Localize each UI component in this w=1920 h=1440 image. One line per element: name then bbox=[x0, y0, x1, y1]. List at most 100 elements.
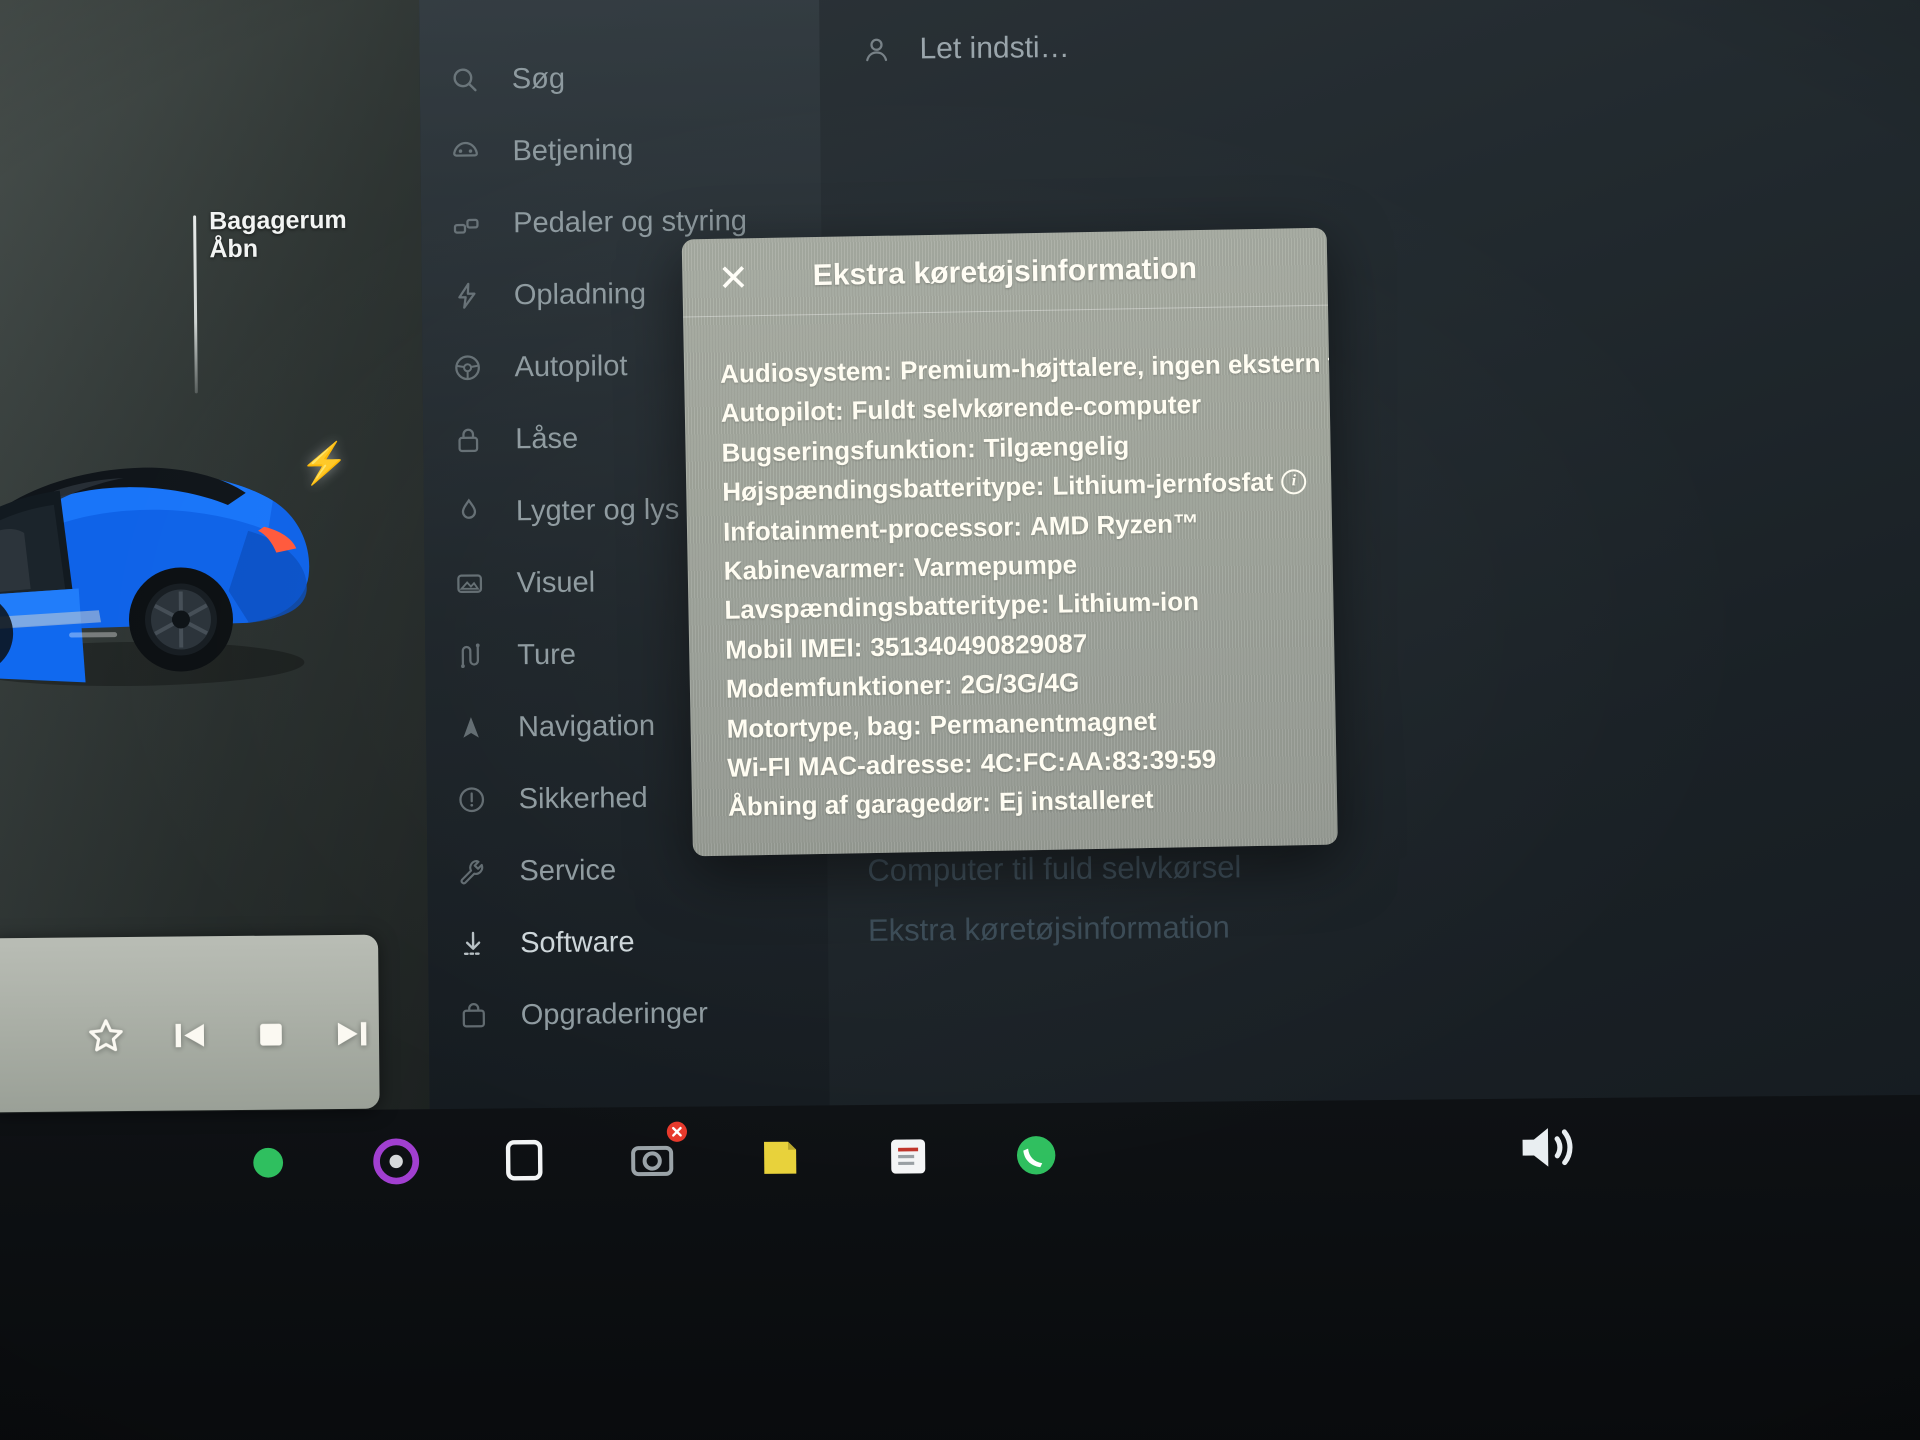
info-row: Bugseringsfunktion: Tilgængelig bbox=[721, 428, 1330, 468]
document-icon[interactable] bbox=[874, 1122, 943, 1191]
info-row: Motortype, bag: Permanentmagnet bbox=[726, 704, 1335, 744]
lock-icon bbox=[451, 423, 485, 457]
trips-icon bbox=[453, 639, 487, 673]
info-row-label: Wi-FI MAC-adresse: bbox=[727, 748, 973, 783]
close-badge[interactable] bbox=[666, 1121, 688, 1143]
callout-text: Bagagerum Åbn bbox=[209, 206, 347, 263]
vehicle-visualization-pane[interactable]: ⚡ Bagagerum Åbn bbox=[0, 0, 431, 1156]
info-row: Kabinevarmer: Varmepumpe bbox=[723, 547, 1333, 586]
info-row-value: Lithium-jernfosfat bbox=[1052, 466, 1274, 501]
info-row-label: Audiosystem: bbox=[719, 355, 893, 389]
wrench-icon bbox=[455, 855, 489, 889]
navigation-icon bbox=[454, 711, 488, 745]
stop-button[interactable] bbox=[251, 1014, 291, 1054]
info-row-label: Modemfunktioner: bbox=[725, 669, 953, 704]
lights-icon bbox=[452, 495, 486, 529]
callout-action[interactable]: Åbn bbox=[209, 234, 347, 263]
camera-icon[interactable] bbox=[618, 1121, 688, 1194]
app-dock bbox=[0, 1094, 1920, 1440]
charging-icon bbox=[450, 279, 484, 313]
info-row-value: Varmepumpe bbox=[913, 549, 1078, 583]
info-row-label: Højspændingsbatteritype: bbox=[722, 471, 1045, 507]
info-row-label: Åbning af garagedør: bbox=[727, 787, 992, 823]
info-row-label: Mobil IMEI: bbox=[724, 631, 863, 665]
info-row: Wi-FI MAC-adresse: 4C:FC:AA:83:39:59 bbox=[727, 743, 1336, 783]
sidebar-item-betjening[interactable]: Betjening bbox=[448, 115, 821, 185]
info-row: Højspændingsbatteritype: Lithium-jernfos… bbox=[722, 466, 1331, 507]
sidebar-item-label: Lygter og lys bbox=[515, 493, 680, 527]
occluded-option-extra-info[interactable]: Ekstra køretøjsinformation bbox=[868, 909, 1230, 948]
dialog-title-bar: ✕ Ekstra køretøjsinformation bbox=[681, 227, 1328, 318]
sidebar-item-label: Opladning bbox=[513, 277, 647, 311]
sidebar-item-label: Ture bbox=[517, 638, 577, 671]
sidebar-item-label: Visuel bbox=[516, 566, 596, 599]
info-row-value: 4C:FC:AA:83:39:59 bbox=[980, 743, 1217, 779]
sidebar-item-label: Opgraderinger bbox=[520, 996, 708, 1031]
sidebar-item-software[interactable]: Software bbox=[456, 907, 829, 977]
media-circle-icon[interactable] bbox=[362, 1127, 431, 1196]
info-row: Lavspændingsbatteritype: Lithium-ion bbox=[724, 586, 1333, 626]
close-icon[interactable]: ✕ bbox=[712, 256, 755, 299]
info-row-value: Ej installeret bbox=[998, 784, 1154, 818]
steering-wheel-icon bbox=[450, 351, 484, 385]
favorite-button[interactable] bbox=[85, 1015, 127, 1057]
sidebar-item-label: Sikkerhed bbox=[518, 781, 648, 815]
info-row: Autopilot: Fuldt selvkørende-computer bbox=[720, 389, 1330, 429]
sidebar-item-label: Pedaler og styring bbox=[513, 204, 748, 239]
search-icon bbox=[448, 63, 482, 97]
extra-vehicle-info-dialog: ✕ Ekstra køretøjsinformation Audiosystem… bbox=[681, 227, 1338, 857]
sidebar-item-label: Navigation bbox=[517, 709, 656, 743]
info-row-value: Tilgængelig bbox=[983, 430, 1130, 463]
pedals-icon bbox=[449, 207, 483, 241]
sidebar-item-label: Autopilot bbox=[514, 349, 628, 383]
callout-title: Bagagerum bbox=[209, 205, 347, 236]
info-row: Audiosystem: Premium-højttalere, ingen e… bbox=[719, 345, 1338, 389]
info-icon[interactable]: i bbox=[1281, 468, 1307, 495]
info-row-value: Premium-højttalere, ingen ekstern forstæ… bbox=[899, 345, 1338, 386]
info-row-label: Kabinevarmer: bbox=[723, 552, 907, 586]
tesla-touchscreen: SOS Let ind agnrla bbox=[0, 0, 1920, 1440]
sidebar-item-opgraderinger[interactable]: Opgraderinger bbox=[456, 979, 829, 1049]
info-row-value: Fuldt selvkørende-computer bbox=[851, 389, 1202, 426]
note-icon[interactable] bbox=[746, 1123, 815, 1192]
dock-icon-row bbox=[234, 1121, 1071, 1197]
volume-icon[interactable] bbox=[1514, 1118, 1583, 1182]
account-row[interactable]: Let indsti… bbox=[859, 30, 1070, 67]
green-dot-icon[interactable] bbox=[234, 1128, 303, 1197]
info-row-label: Lavspændingsbatteritype: bbox=[724, 589, 1050, 626]
account-label: Let indsti… bbox=[919, 30, 1070, 66]
sidebar-item-label: Software bbox=[519, 925, 635, 959]
info-row-label: Autopilot: bbox=[720, 395, 844, 429]
phone-icon[interactable] bbox=[1002, 1121, 1071, 1190]
sidebar-item-search[interactable]: Søg bbox=[447, 43, 820, 113]
callout-line bbox=[193, 215, 198, 394]
car-illustration bbox=[0, 467, 310, 687]
next-track-button[interactable] bbox=[333, 1014, 373, 1054]
occluded-option-computer[interactable]: Computer til fuld selvkørsel bbox=[867, 849, 1241, 889]
info-row-label: Infotainment-processor: bbox=[722, 510, 1023, 547]
app-square-icon[interactable] bbox=[490, 1126, 559, 1195]
info-row-label: Motortype, bag: bbox=[726, 709, 922, 744]
sidebar-item-label: Betjening bbox=[512, 133, 634, 167]
info-row: Infotainment-processor: AMD Ryzen™ bbox=[722, 507, 1332, 547]
info-row-label: Bugseringsfunktion: bbox=[721, 432, 977, 468]
display-icon bbox=[452, 567, 486, 601]
photo-frame: SOS Let ind agnrla bbox=[0, 0, 1920, 1440]
person-icon bbox=[859, 33, 893, 67]
sidebar-item-label: Søg bbox=[511, 62, 566, 95]
previous-track-button[interactable] bbox=[169, 1015, 209, 1055]
info-row-value: Lithium-ion bbox=[1057, 586, 1200, 620]
download-icon bbox=[456, 927, 490, 961]
safety-icon bbox=[455, 783, 489, 817]
info-row-value: AMD Ryzen™ bbox=[1029, 507, 1200, 541]
info-row: Modemfunktioner: 2G/3G/4G bbox=[725, 665, 1335, 704]
sidebar-item-label: Låse bbox=[515, 422, 579, 455]
dialog-title: Ekstra køretøjsinformation bbox=[812, 251, 1198, 292]
info-row-value: 2G/3G/4G bbox=[960, 667, 1080, 700]
charging-bolt-icon: ⚡ bbox=[299, 441, 350, 487]
dialog-body: Audiosystem: Premium-højttalere, ingen e… bbox=[683, 306, 1338, 823]
info-row-value: Permanentmagnet bbox=[929, 705, 1157, 740]
info-row-value: 351340490829087 bbox=[870, 627, 1088, 662]
media-control-bar[interactable] bbox=[0, 934, 380, 1113]
sidebar-item-label: Service bbox=[519, 853, 617, 887]
